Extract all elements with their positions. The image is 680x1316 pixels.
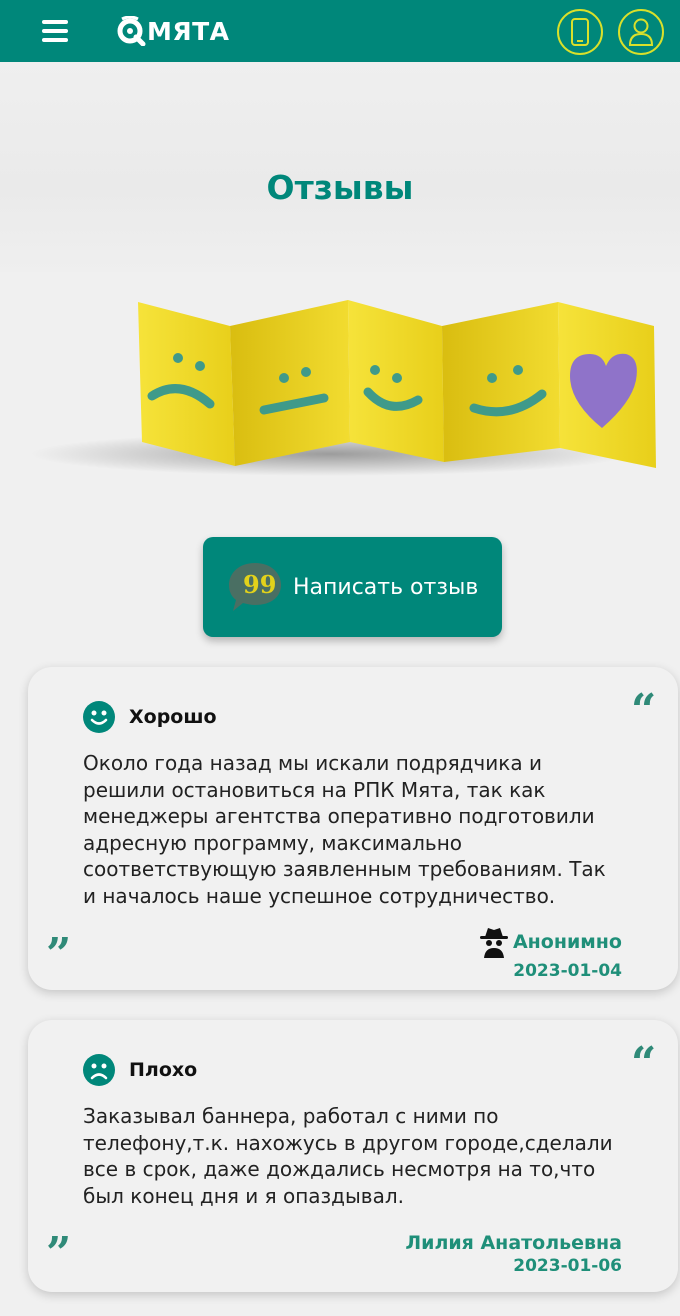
write-review-label: Написать отзыв xyxy=(293,574,479,600)
review-date: 2023-01-04 xyxy=(513,961,622,981)
review-author: Анонимно 2023-01-04 xyxy=(479,925,622,981)
emotions-illustration xyxy=(30,300,656,476)
review-rating: Плохо xyxy=(83,1054,197,1086)
quote-close-icon: ” xyxy=(46,929,72,980)
account-button[interactable] xyxy=(618,9,664,55)
anonymous-icon xyxy=(479,928,508,958)
top-bar: МЯТА xyxy=(0,0,680,62)
title-band xyxy=(0,62,680,272)
smile-icon xyxy=(83,701,115,733)
review-date: 2023-01-06 xyxy=(513,1256,622,1276)
review-card: “ Плохо Заказывал баннера, работал с ним… xyxy=(28,1020,678,1292)
review-text: Около года назад мы искали подрядчика и … xyxy=(83,751,606,908)
author-name: Анонимно xyxy=(512,931,622,953)
rating-label: Плохо xyxy=(129,1059,198,1081)
user-icon xyxy=(628,18,654,46)
frown-icon xyxy=(83,1054,115,1086)
menu-icon[interactable] xyxy=(42,20,68,42)
review-author: Лилия Анатольевна 2023-01-06 xyxy=(405,1232,622,1276)
phone-button[interactable] xyxy=(557,9,603,55)
svg-text:99: 99 xyxy=(243,570,276,599)
logo-mark-icon xyxy=(117,16,146,46)
speech-bubble-icon: 99 xyxy=(229,563,281,611)
logo[interactable]: МЯТА xyxy=(116,14,230,48)
review-text: Заказывал баннера, работал с ними по тел… xyxy=(83,1104,613,1208)
write-review-button[interactable]: 99 Написать отзыв xyxy=(203,537,502,637)
quote-open-icon: “ xyxy=(631,685,657,736)
quote-close-icon: ” xyxy=(46,1228,72,1279)
review-rating: Хорошо xyxy=(83,701,217,733)
rating-label: Хорошо xyxy=(129,706,217,728)
review-card: “ Хорошо Около года назад мы искали подр… xyxy=(28,667,678,990)
author-name: Лилия Анатольевна xyxy=(405,1232,622,1254)
phone-icon xyxy=(571,18,589,46)
logo-text: МЯТА xyxy=(147,16,230,46)
page-title: Отзывы xyxy=(266,168,414,207)
quote-open-icon: “ xyxy=(631,1038,657,1089)
